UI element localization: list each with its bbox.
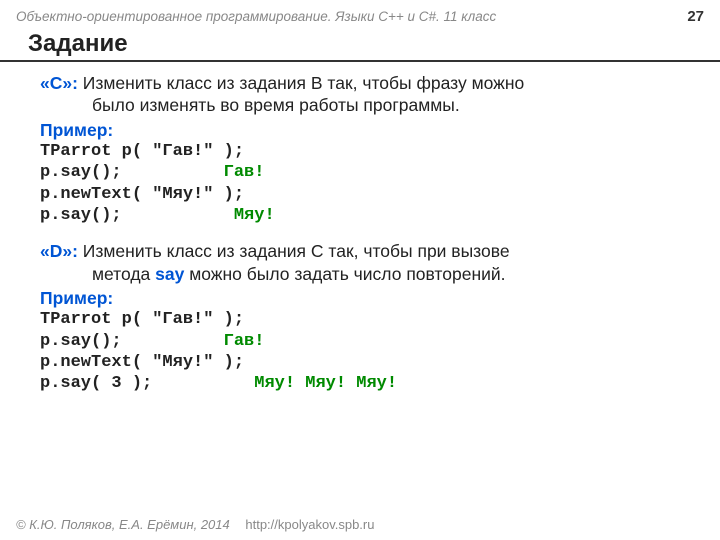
code-line: p.say(); — [40, 332, 224, 351]
task-c-text1: Изменить класс из задания B так, чтобы ф… — [78, 73, 524, 93]
code-line: p.say(); — [40, 163, 224, 182]
code-line: p.say(); — [40, 206, 234, 225]
code-line: p.say( 3 ); — [40, 374, 254, 393]
code-output: Гав! — [224, 332, 265, 351]
task-d-code: TParrot p( "Гав!" ); p.say(); Гав! p.new… — [40, 309, 680, 394]
task-d-block: «D»: Изменить класс из задания C так, чт… — [40, 240, 680, 394]
code-output: Мяу! Мяу! Мяу! — [254, 374, 397, 393]
code-line: TParrot p( "Гав!" ); — [40, 310, 244, 329]
code-line: p.newText( "Мяу!" ); — [40, 185, 244, 204]
code-line: TParrot p( "Гав!" ); — [40, 142, 244, 161]
say-keyword: say — [155, 264, 184, 284]
task-c-block: «C»: Изменить класс из задания B так, чт… — [40, 72, 680, 226]
task-c-text2: было изменять во время работы программы. — [40, 94, 680, 116]
task-d-text1: Изменить класс из задания C так, чтобы п… — [78, 241, 510, 261]
slide-footer: © К.Ю. Поляков, Е.А. Ерёмин, 2014 http:/… — [16, 517, 374, 532]
header-subtitle: Объектно-ориентированное программировани… — [16, 9, 496, 24]
task-c-label: «C»: — [40, 73, 78, 93]
slide-content: «C»: Изменить класс из задания B так, чт… — [0, 72, 720, 394]
task-d-label: «D»: — [40, 241, 78, 261]
task-d-text2: метода say можно было задать число повто… — [40, 263, 680, 285]
page-number: 27 — [687, 8, 704, 25]
slide-title: Задание — [0, 28, 720, 62]
code-output: Гав! — [224, 163, 265, 182]
code-output: Мяу! — [234, 206, 275, 225]
slide-header: Объектно-ориентированное программировани… — [0, 0, 720, 28]
task-d-text2b: можно было задать число повторений. — [184, 264, 505, 284]
task-c-code: TParrot p( "Гав!" ); p.say(); Гав! p.new… — [40, 141, 680, 226]
task-d-example-label: Пример: — [40, 287, 680, 309]
task-d-text2a: метода — [92, 264, 155, 284]
task-c-example-label: Пример: — [40, 119, 680, 141]
code-line: p.newText( "Мяу!" ); — [40, 353, 244, 372]
footer-copyright: © К.Ю. Поляков, Е.А. Ерёмин, 2014 — [16, 517, 230, 532]
footer-url: http://kpolyakov.spb.ru — [245, 517, 374, 532]
